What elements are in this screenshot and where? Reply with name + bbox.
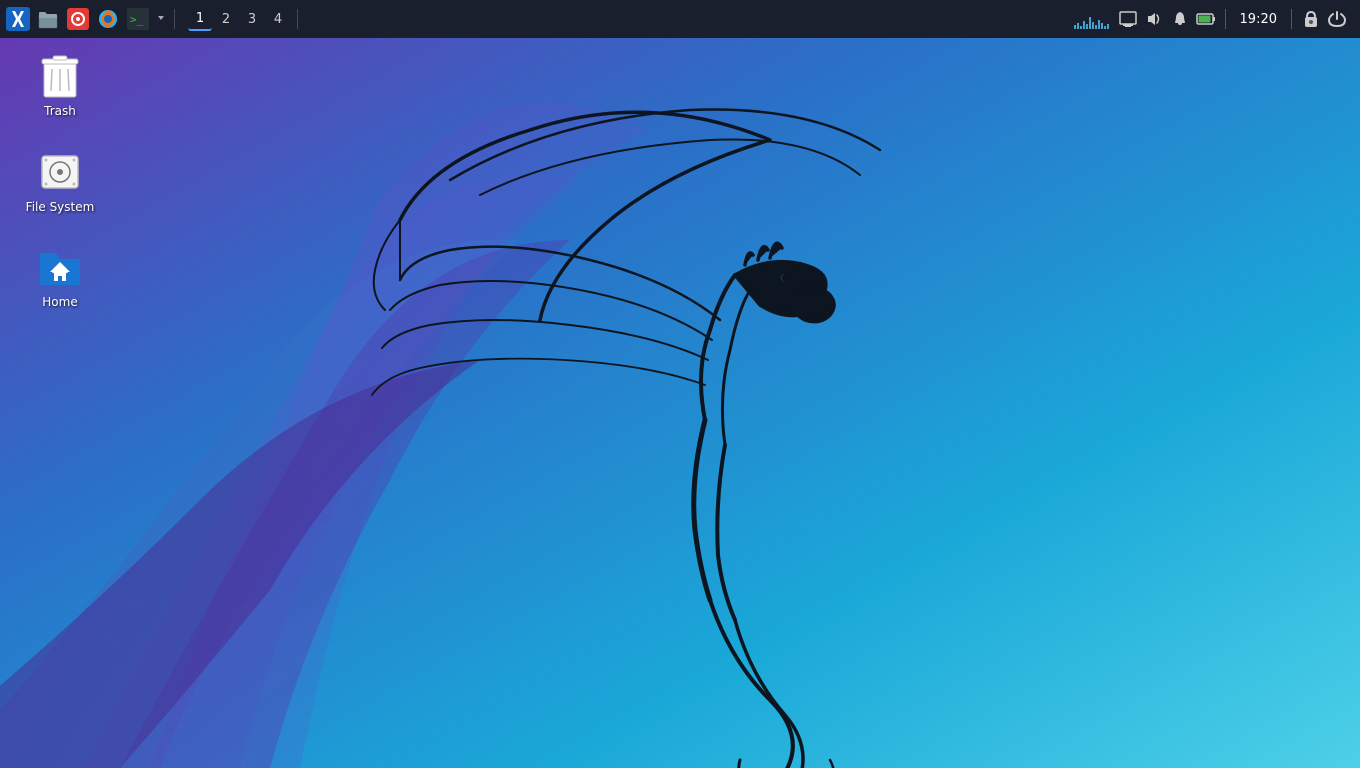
clock-separator: [1291, 9, 1292, 29]
home-icon[interactable]: Home: [20, 239, 100, 315]
net-bar-11: [1104, 26, 1106, 29]
net-bar-6: [1089, 17, 1091, 29]
terminal-button[interactable]: >_: [124, 5, 152, 33]
dropdown-arrow-icon: [156, 12, 166, 26]
desktop-icons-container: Trash File System: [20, 48, 100, 315]
screenshot-icon: [1119, 10, 1137, 28]
home-icon-image: [36, 243, 84, 291]
taskbar-separator-2: [297, 9, 298, 29]
burpsuite-button[interactable]: [64, 5, 92, 33]
power-button[interactable]: [1326, 8, 1348, 30]
volume-button[interactable]: [1143, 8, 1165, 30]
firefox-icon: [97, 8, 119, 30]
workspace-3-button[interactable]: 3: [240, 7, 264, 31]
clock-display: 19:20: [1234, 12, 1283, 27]
trash-icon-image: [36, 52, 84, 100]
taskbar-left: >_ 1 2 3 4: [4, 5, 1074, 33]
volume-icon: [1145, 10, 1163, 28]
net-bar-1: [1074, 25, 1076, 29]
filesystem-label: File System: [26, 200, 95, 216]
trash-svg: [38, 51, 82, 101]
terminal-dropdown-button[interactable]: [154, 5, 168, 33]
filesystem-icon-image: [36, 148, 84, 196]
kali-logo-icon: [6, 7, 30, 31]
net-bar-3: [1080, 26, 1082, 29]
screenshot-button[interactable]: [1117, 8, 1139, 30]
dragon-wallpaper: [0, 0, 1360, 768]
lock-icon: [1303, 10, 1319, 28]
taskbar-right: 19:20: [1074, 8, 1356, 30]
firefox-button[interactable]: [94, 5, 122, 33]
taskbar: >_ 1 2 3 4: [0, 0, 1360, 38]
power-icon: [1328, 10, 1346, 28]
svg-text:>_: >_: [130, 13, 144, 26]
desktop: [0, 0, 1360, 768]
trash-label: Trash: [44, 104, 76, 120]
workspace-4-button[interactable]: 4: [266, 7, 290, 31]
workspace-1-button[interactable]: 1: [188, 7, 212, 31]
workspace-2-button[interactable]: 2: [214, 7, 238, 31]
systray-separator: [1225, 9, 1226, 29]
net-bar-12: [1107, 24, 1109, 29]
net-bar-5: [1086, 24, 1088, 29]
net-bar-8: [1095, 25, 1097, 29]
burpsuite-icon: [67, 8, 89, 30]
notification-button[interactable]: [1169, 8, 1191, 30]
net-bar-10: [1101, 23, 1103, 29]
net-bar-7: [1092, 22, 1094, 29]
terminal-icon: >_: [127, 8, 149, 30]
trash-icon[interactable]: Trash: [20, 48, 100, 124]
kali-menu-button[interactable]: [4, 5, 32, 33]
file-manager-icon: [37, 8, 59, 30]
notification-icon: [1171, 10, 1189, 28]
battery-button[interactable]: [1195, 8, 1217, 30]
network-activity-graph: [1074, 9, 1109, 29]
lock-button[interactable]: [1300, 8, 1322, 30]
battery-icon: [1196, 10, 1216, 28]
filesystem-svg: [38, 150, 82, 194]
filesystem-icon[interactable]: File System: [20, 144, 100, 220]
taskbar-separator-1: [174, 9, 175, 29]
net-bar-9: [1098, 20, 1100, 29]
home-svg: [38, 245, 82, 289]
file-manager-button[interactable]: [34, 5, 62, 33]
net-bar-4: [1083, 21, 1085, 29]
workspace-switcher: 1 2 3 4: [187, 7, 291, 31]
net-bar-2: [1077, 23, 1079, 29]
home-label: Home: [42, 295, 77, 311]
